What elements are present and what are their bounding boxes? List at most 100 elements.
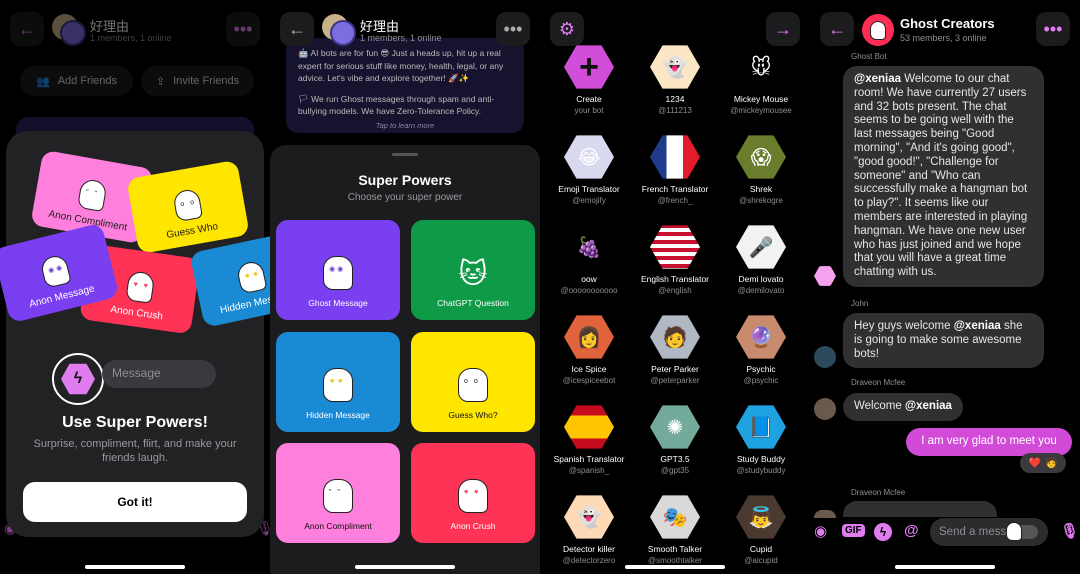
more-button[interactable]: ••• [496, 12, 530, 46]
bot-item[interactable]: 🍇 oow @ooooooooooo [544, 224, 634, 295]
home-indicator [355, 565, 455, 569]
more-button[interactable]: ••• [1036, 12, 1070, 46]
bot-avatar: 👻 [650, 45, 700, 89]
ghost-mode-toggle[interactable] [1006, 522, 1038, 541]
arrow-left-icon: ← [828, 18, 846, 39]
ghost-bot-avatar[interactable] [814, 266, 836, 286]
bot-item[interactable]: 🐭 Mickey Mouse @mickeymousee [716, 44, 806, 115]
bot-handle: @english [658, 286, 692, 295]
tile-ghost-message[interactable]: ◉◉ Ghost Message [276, 220, 400, 320]
bot-avatar: ✺ [650, 405, 700, 449]
bot-item[interactable]: 😱 Shrek @shrekogre [716, 134, 806, 205]
ghost-icon: ♥ ♥ [125, 270, 156, 304]
my-message-bubble[interactable]: I am very glad to meet you [906, 428, 1072, 456]
bot-handle: @smoothtalker [648, 556, 702, 565]
bot-name: Study Buddy [736, 454, 786, 464]
bot-item[interactable]: 🔮 Psychic @psychic [716, 314, 806, 385]
mention-icon[interactable]: @ [904, 522, 919, 539]
bot-name: oow [581, 274, 597, 284]
invite-friends-button[interactable]: ⇪ Invite Friends [141, 66, 254, 96]
bot-handle: @gpt35 [660, 466, 690, 475]
draveon-avatar[interactable] [814, 398, 836, 420]
bot-item[interactable]: ✺ GPT3.5 @gpt35 [630, 404, 720, 475]
gear-icon: ⚙ [558, 18, 576, 39]
bot-handle: @french_ [657, 196, 693, 205]
bot-item[interactable]: + Create your bot [544, 44, 634, 115]
bot-avatar: 🎭 [650, 495, 700, 539]
microphone-icon[interactable]: 🎙 [1060, 522, 1079, 540]
tile-chatgpt-question[interactable]: 🐱 ChatGPT Question [411, 220, 535, 320]
mention[interactable]: @xeniaa [954, 320, 1001, 332]
sheet-grabber[interactable] [392, 153, 418, 156]
message-bubble[interactable]: Welcome @xeniaa [843, 393, 963, 421]
back-button[interactable]: ← [820, 12, 854, 46]
message-bubble[interactable]: Hey guys welcome @xeniaa she is going to… [843, 313, 1044, 369]
camera-icon[interactable]: ◉ [814, 522, 827, 540]
bot-item[interactable]: 🧑 Peter Parker @peterparker [630, 314, 720, 385]
sheet-title: Use Super Powers! [62, 414, 208, 431]
group-avatar [52, 14, 86, 46]
bot-item[interactable]: 👻 1234 @111213 [630, 44, 720, 115]
message-composer: ◉ GIF ϟ @ 🎙 [810, 518, 1080, 548]
invite-friends-label: Invite Friends [173, 75, 240, 87]
bot-name: Spanish Translator [553, 454, 625, 464]
bot-avatar [650, 135, 700, 179]
tap-to-learn-more-link[interactable]: Tap to learn more [298, 120, 512, 133]
bot-handle: @demilovato [737, 286, 785, 295]
bot-item[interactable]: 👻 Detector killer @detectorzero [544, 494, 634, 565]
ghost-icon: ♥ ♥ [458, 479, 488, 513]
bot-item[interactable]: Spanish Translator @spanish_ [544, 404, 634, 475]
cat-mascot-icon: 🐱 [458, 258, 488, 289]
bot-item[interactable]: 😂 Emoji Translator @emojify [544, 134, 634, 205]
ghost-messages-policy: 🏳 We run Ghost messages through spam and… [298, 93, 495, 117]
bot-name: English Translator [640, 274, 710, 284]
safety-notice-card[interactable]: 🤖 AI bots are for fun 😎 Just a heads up,… [286, 38, 524, 133]
more-dots-icon: ••• [1043, 18, 1063, 39]
lightning-bolt-icon[interactable]: ϟ [874, 523, 892, 541]
group-avatar [862, 14, 894, 46]
bot-item[interactable]: English Translator @english [630, 224, 720, 295]
bot-item[interactable]: 📘 Study Buddy @studybuddy [716, 404, 806, 475]
message-bubble[interactable]: @xeniaa Welcome to our chat room! We hav… [843, 66, 1044, 287]
tile-hidden-message[interactable]: ★★ Hidden Message [276, 332, 400, 432]
message-bubble-partial[interactable] [843, 501, 997, 517]
tile-anon-crush[interactable]: ♥ ♥ Anon Crush [411, 443, 535, 543]
ghost-icon: ★★ [323, 368, 353, 402]
bot-item[interactable]: 👩 Ice Spice @icespiceebot [544, 314, 634, 385]
bot-handle: @shrekogre [739, 196, 783, 205]
group-title: Ghost Creators [900, 16, 995, 31]
mention[interactable]: @xeniaa [905, 400, 952, 412]
tile-anon-compliment[interactable]: " " Anon Compliment [276, 443, 400, 543]
mention[interactable]: @xeniaa [854, 73, 901, 85]
john-avatar[interactable] [814, 346, 836, 368]
gif-button[interactable]: GIF [842, 524, 865, 537]
message-reactions[interactable]: ❤️ 🧑 [1020, 453, 1066, 473]
bot-item[interactable]: French Translator @french_ [630, 134, 720, 205]
tile-label: ChatGPT Question [437, 298, 509, 308]
ghost-icon: ◉◉ [323, 256, 353, 290]
chat-header: ← 好理由 1 members, 1 online ••• [278, 12, 532, 48]
more-dots-icon: ••• [233, 18, 253, 39]
bot-handle: @emojify [572, 196, 606, 205]
tile-guess-who[interactable]: o o Guess Who? [411, 332, 535, 432]
bot-item[interactable]: 👼 Cupid @aicupid [716, 494, 806, 565]
bot-item[interactable]: 🎤 Demi lovato @demilovato [716, 224, 806, 295]
back-button[interactable]: ← [280, 12, 314, 46]
sheet-subtitle: Choose your super power [347, 192, 463, 203]
more-button[interactable]: ••• [226, 12, 260, 46]
add-friends-button[interactable]: 👥 Add Friends [20, 66, 133, 96]
bot-avatar: 👼 [736, 495, 786, 539]
bot-name: GPT3.5 [660, 454, 690, 464]
back-button[interactable]: ← [10, 12, 44, 46]
bot-handle: @spanish_ [568, 466, 610, 475]
sheet-description: Surprise, compliment, flirt, and make yo… [33, 438, 237, 464]
forward-button[interactable]: → [766, 12, 800, 46]
settings-button[interactable]: ⚙ [550, 12, 584, 46]
draveon-avatar[interactable] [814, 510, 836, 518]
got-it-button[interactable]: Got it! [23, 482, 247, 522]
group-member-count: 53 members, 3 online [900, 33, 987, 43]
bot-item[interactable]: 🎭 Smooth Talker @smoothtalker [630, 494, 720, 565]
message-sender: Ghost Bot [851, 52, 887, 61]
tile-label: Anon Compliment [304, 521, 372, 531]
friend-actions: 👥 Add Friends ⇪ Invite Friends [20, 66, 254, 96]
